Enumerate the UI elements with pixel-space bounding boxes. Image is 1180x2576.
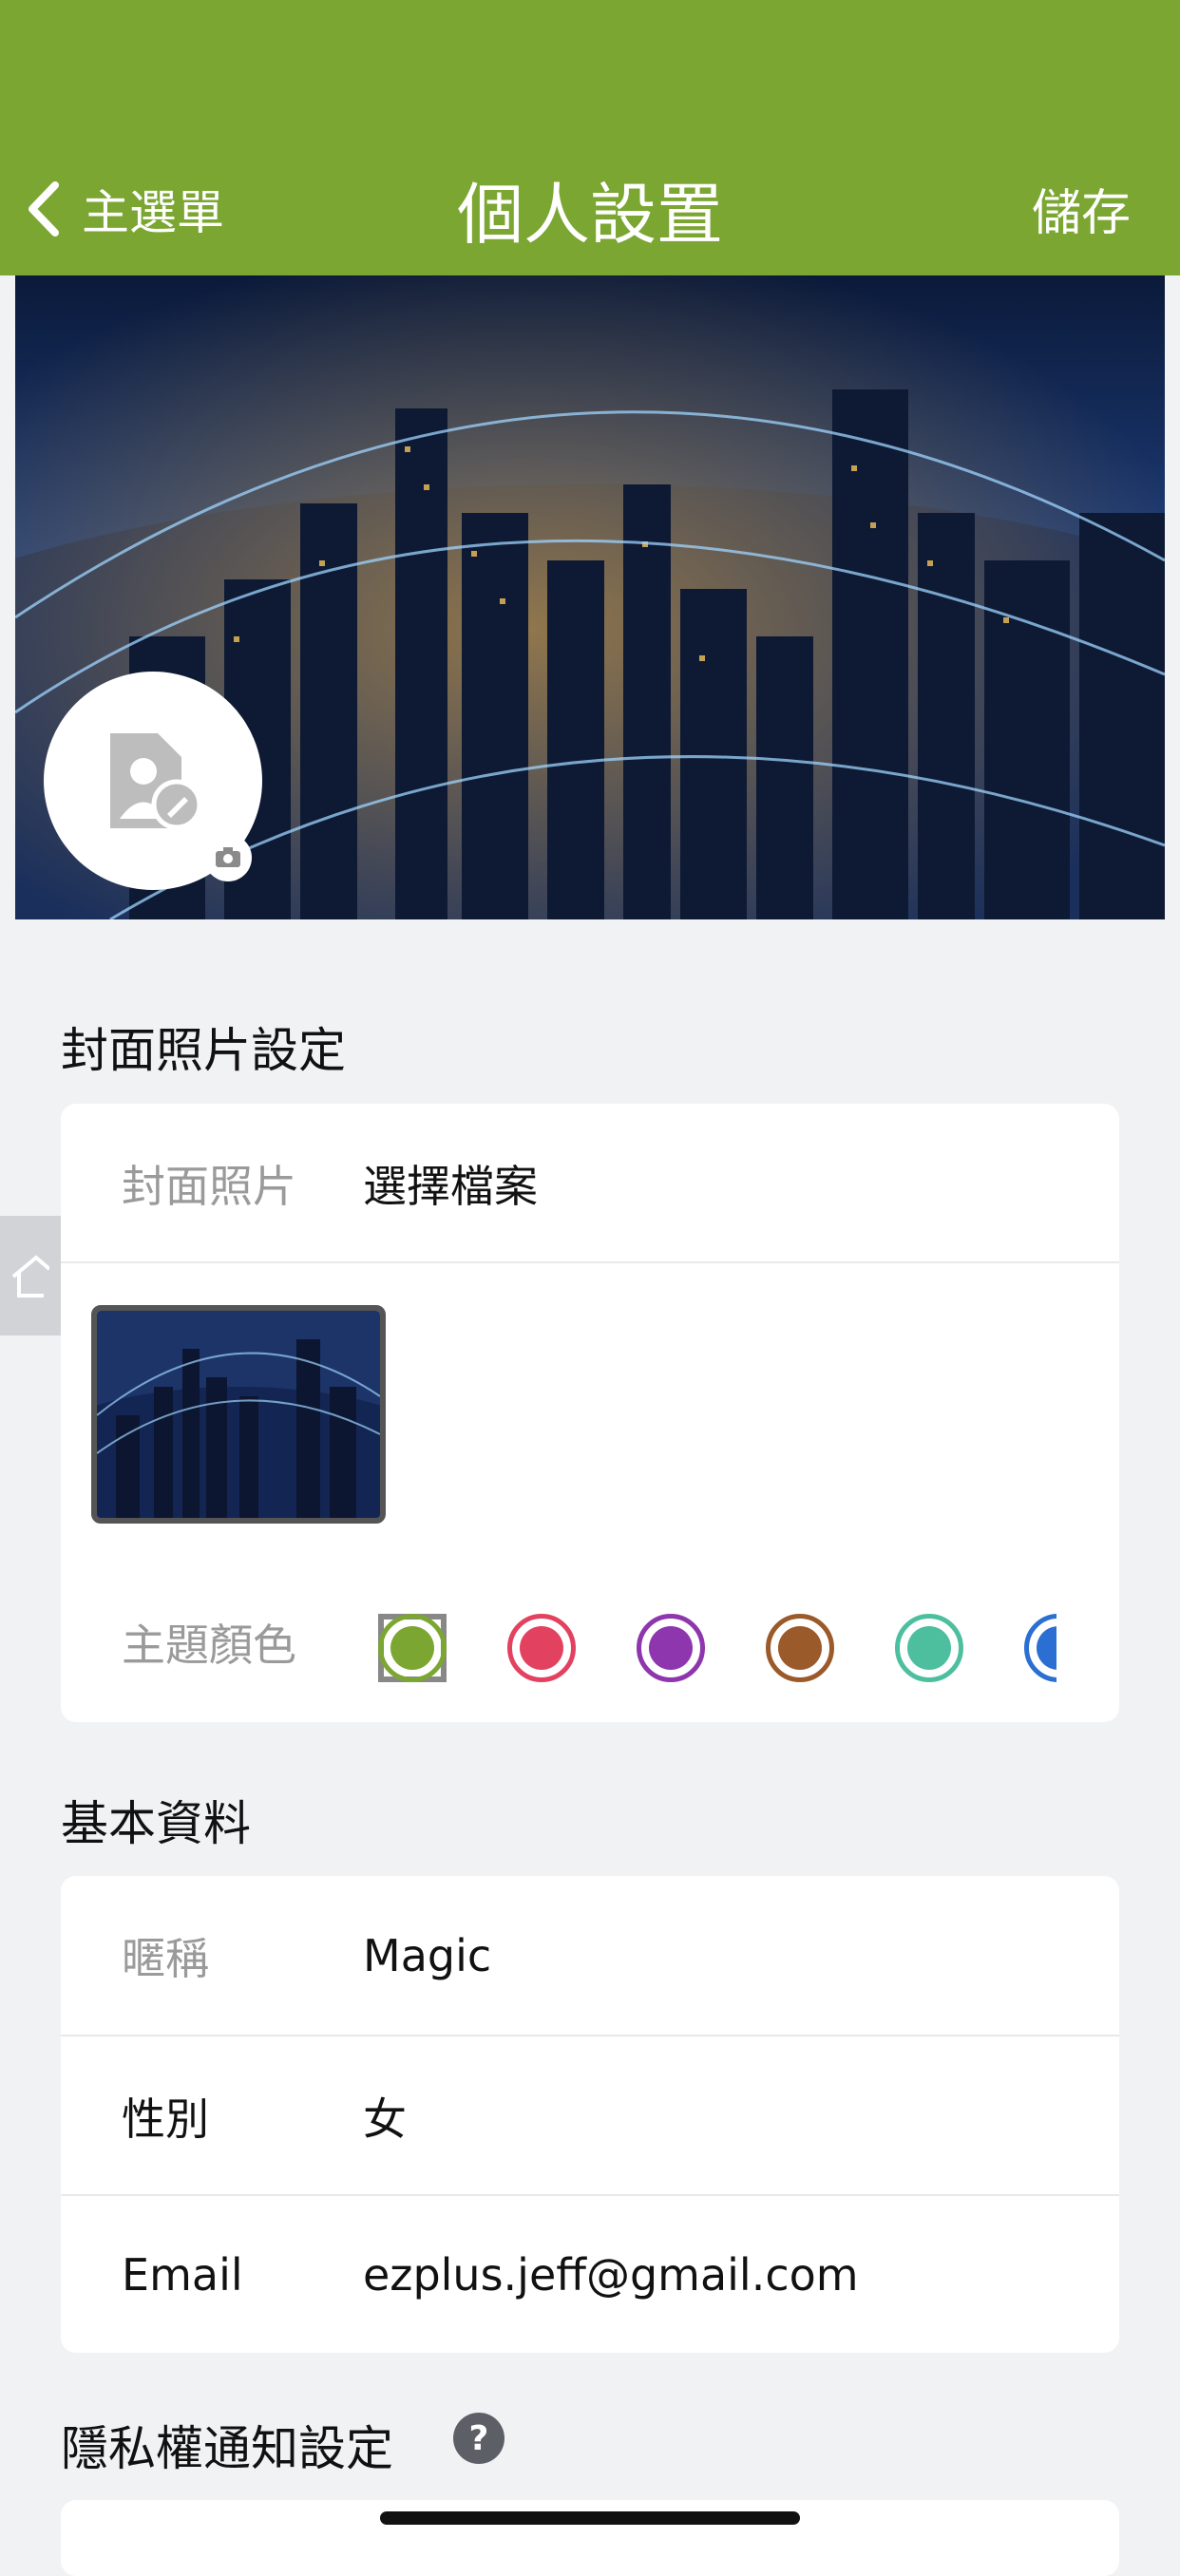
choose-file-button[interactable]: 選擇檔案 <box>363 1152 538 1215</box>
camera-icon[interactable] <box>204 834 252 881</box>
cover-photo-row: 封面照片 選擇檔案 <box>61 1104 1119 1263</box>
cover-thumbnail[interactable] <box>91 1305 386 1524</box>
email-label: Email <box>122 2249 243 2301</box>
basic-section-title: 基本資料 <box>61 1796 251 1851</box>
theme-swatch-brown[interactable] <box>766 1614 834 1682</box>
divider <box>61 1261 1119 1263</box>
privacy-section-title: 隱私權通知設定 <box>61 2421 393 2476</box>
help-icon[interactable]: ? <box>453 2413 504 2464</box>
theme-swatch-green[interactable] <box>378 1614 447 1682</box>
email-value[interactable]: ezplus.jeff@gmail.com <box>363 2249 859 2301</box>
cover-section-title: 封面照片設定 <box>61 1023 346 1078</box>
theme-swatch-red[interactable] <box>507 1614 576 1682</box>
basic-info-card: 暱稱 Magic 性別 女 Email ezplus.jeff@gmail.co… <box>61 1876 1119 2353</box>
cover-settings-card: 封面照片 選擇檔案 主題顏色 <box>61 1104 1119 1722</box>
nickname-label: 暱稱 <box>122 1933 209 1984</box>
avatar-edit-icon <box>110 733 202 830</box>
home-icon <box>11 1255 49 1297</box>
nickname-value[interactable]: Magic <box>363 1930 491 1981</box>
theme-swatch-blue-clip <box>1024 1614 1056 1682</box>
gender-label: 性別 <box>122 2093 209 2145</box>
side-home-tab[interactable] <box>0 1216 61 1335</box>
gender-row[interactable]: 性別 女 <box>61 2036 1119 2196</box>
nickname-row[interactable]: 暱稱 Magic <box>61 1876 1119 2036</box>
nav-header: 主選單 個人設置 儲存 <box>0 0 1180 275</box>
theme-swatch-blue[interactable] <box>1024 1614 1056 1682</box>
home-indicator <box>380 2511 800 2525</box>
theme-swatch-purple[interactable] <box>637 1614 705 1682</box>
gender-value[interactable]: 女 <box>363 2085 407 2148</box>
theme-color-label: 主題顏色 <box>122 1619 296 1671</box>
cover-photo-label: 封面照片 <box>122 1161 296 1212</box>
email-row[interactable]: Email ezplus.jeff@gmail.com <box>61 2195 1119 2355</box>
page-title: 個人設置 <box>457 176 723 254</box>
save-button[interactable]: 儲存 <box>1032 173 1131 244</box>
theme-swatch-teal[interactable] <box>895 1614 963 1682</box>
